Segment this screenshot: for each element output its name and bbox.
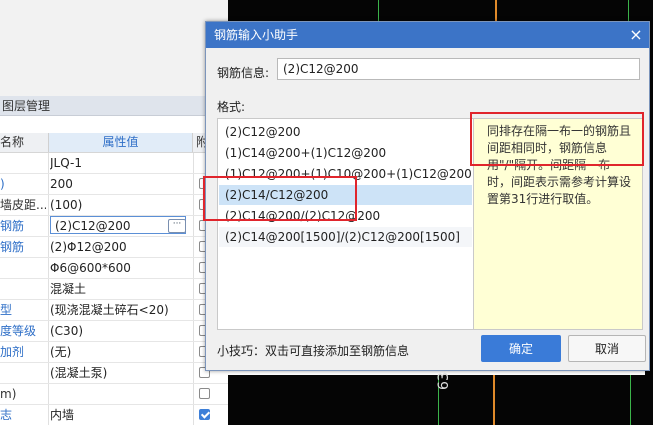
property-row[interactable]: Φ6@600*600 xyxy=(0,258,228,279)
property-name: 墙皮距... xyxy=(0,198,46,212)
cad-line xyxy=(378,0,379,22)
column-divider xyxy=(48,405,49,425)
column-divider xyxy=(193,195,194,215)
column-divider xyxy=(193,363,194,383)
dialog-title: 钢筋输入小助手 xyxy=(214,28,299,42)
rebar-info-input[interactable] xyxy=(277,58,640,80)
column-divider xyxy=(193,258,194,278)
column-divider xyxy=(48,363,49,383)
property-row[interactable]: 钢筋 (2)Φ12@200 xyxy=(0,237,228,258)
property-row[interactable]: m) xyxy=(0,384,228,405)
column-divider xyxy=(193,300,194,320)
cad-line xyxy=(628,0,629,22)
column-divider xyxy=(48,195,49,215)
column-divider xyxy=(193,237,194,257)
property-name: 型 xyxy=(0,303,13,317)
property-value[interactable]: (2)Φ12@200 xyxy=(50,237,190,257)
ok-button[interactable]: 确定 xyxy=(481,335,561,362)
format-list: (2)C12@200 (1)C14@200+(1)C12@200 (1)C12@20… xyxy=(217,118,474,330)
format-label: 格式: xyxy=(217,100,246,114)
cad-line xyxy=(630,375,631,425)
property-name: 钢筋 xyxy=(0,240,25,254)
property-value[interactable]: (C30) xyxy=(50,321,190,341)
panel-top-area xyxy=(0,0,228,96)
property-value[interactable]: 混凝土 xyxy=(50,279,190,299)
property-value[interactable]: Φ6@600*600 xyxy=(50,258,190,278)
column-divider xyxy=(48,300,49,320)
property-column-header: 名称 属性值 附 xyxy=(0,133,228,153)
column-divider xyxy=(48,279,49,299)
column-divider xyxy=(48,258,49,278)
column-divider xyxy=(48,237,49,257)
property-value[interactable]: (混凝土泵) xyxy=(50,363,190,383)
column-divider xyxy=(193,279,194,299)
column-name-header: 名称 xyxy=(0,135,25,149)
column-divider xyxy=(48,342,49,362)
column-divider xyxy=(48,174,49,194)
attach-checkbox[interactable] xyxy=(199,388,210,399)
property-row[interactable]: ) 200 xyxy=(0,174,228,195)
property-row[interactable]: 度等级 (C30) xyxy=(0,321,228,342)
column-divider xyxy=(48,384,49,404)
column-value-header: 属性值 xyxy=(48,133,193,152)
ellipsis-button[interactable]: ··· xyxy=(168,219,186,233)
property-name: 加剂 xyxy=(0,345,25,359)
column-divider xyxy=(48,321,49,341)
property-name: 度等级 xyxy=(0,324,37,338)
property-row[interactable]: (混凝土泵) xyxy=(0,363,228,384)
property-name: m) xyxy=(0,387,17,401)
attach-checkbox[interactable] xyxy=(199,409,210,420)
property-value[interactable]: (无) xyxy=(50,342,190,362)
format-item[interactable]: (1)C14@200+(1)C12@200 xyxy=(219,143,472,163)
format-item[interactable]: (2)C14/C12@200 xyxy=(219,185,472,205)
format-item[interactable]: (1)C12@200+(1)C10@200+(1)C12@200 xyxy=(219,164,472,184)
format-item[interactable]: (2)C12@200 xyxy=(219,122,472,142)
column-divider xyxy=(193,384,194,404)
property-name: ) xyxy=(0,177,5,191)
layer-manager-tab[interactable]: 图层管理 xyxy=(0,96,228,116)
property-value[interactable]: (现浇混凝土碎石<20) xyxy=(50,300,190,320)
property-panel: 图层管理 名称 属性值 附 JLQ-1) 200 墙皮距... (100) 钢筋 (2)C… xyxy=(0,0,228,425)
property-row[interactable]: 加剂 (无) xyxy=(0,342,228,363)
column-divider xyxy=(193,405,194,425)
property-row[interactable]: 墙皮距... (100) xyxy=(0,195,228,216)
property-value[interactable]: (2)C12@200 xyxy=(50,216,186,234)
format-item[interactable]: (2)C14@200[1500]/(2)C12@200[1500] xyxy=(219,227,472,247)
cad-line xyxy=(493,375,495,425)
property-value[interactable]: 内墙 xyxy=(50,405,190,425)
cad-line xyxy=(495,0,497,22)
column-divider xyxy=(193,174,194,194)
cancel-button[interactable]: 取消 xyxy=(568,335,646,362)
property-name: 钢筋 xyxy=(0,219,25,233)
column-divider xyxy=(193,342,194,362)
property-name: 志 xyxy=(0,408,13,422)
format-item[interactable]: (2)C14@200/(2)C12@200 xyxy=(219,206,472,226)
property-row[interactable]: 混凝土 xyxy=(0,279,228,300)
property-row[interactable]: JLQ-1 xyxy=(0,153,228,174)
column-divider xyxy=(48,153,49,173)
rebar-info-label: 钢筋信息: xyxy=(217,66,270,80)
help-text-box: 同排存在隔一布一的钢筋且间距相同时，钢筋信息用"/"隔开。间距隔一布一时，间距表… xyxy=(473,118,643,330)
column-divider xyxy=(193,153,194,173)
rebar-input-dialog: 钢筋输入小助手 × 钢筋信息: 格式: (2)C12@200(1)C14@200… xyxy=(203,21,650,371)
tip-text: 小技巧：双击可直接添加至钢筋信息 xyxy=(217,344,410,358)
property-value[interactable]: (100) xyxy=(50,195,190,215)
cad-canvas-top xyxy=(228,0,653,22)
column-divider xyxy=(193,216,194,236)
help-text: 同排存在隔一布一的钢筋且间距相同时，钢筋信息用"/"隔开。间距隔一布一时，间距表… xyxy=(487,124,632,206)
property-row[interactable]: 型 (现浇混凝土碎石<20) xyxy=(0,300,228,321)
dialog-title-bar[interactable]: 钢筋输入小助手 × xyxy=(206,22,649,48)
column-divider xyxy=(193,321,194,341)
close-icon[interactable]: × xyxy=(627,26,645,44)
property-row[interactable]: 钢筋 (2)C12@200 ··· xyxy=(0,216,228,237)
property-value[interactable]: 200 xyxy=(50,174,190,194)
property-value[interactable]: JLQ-1 xyxy=(50,153,190,173)
column-divider xyxy=(48,216,49,236)
property-row[interactable]: 志 内墙 xyxy=(0,405,228,425)
